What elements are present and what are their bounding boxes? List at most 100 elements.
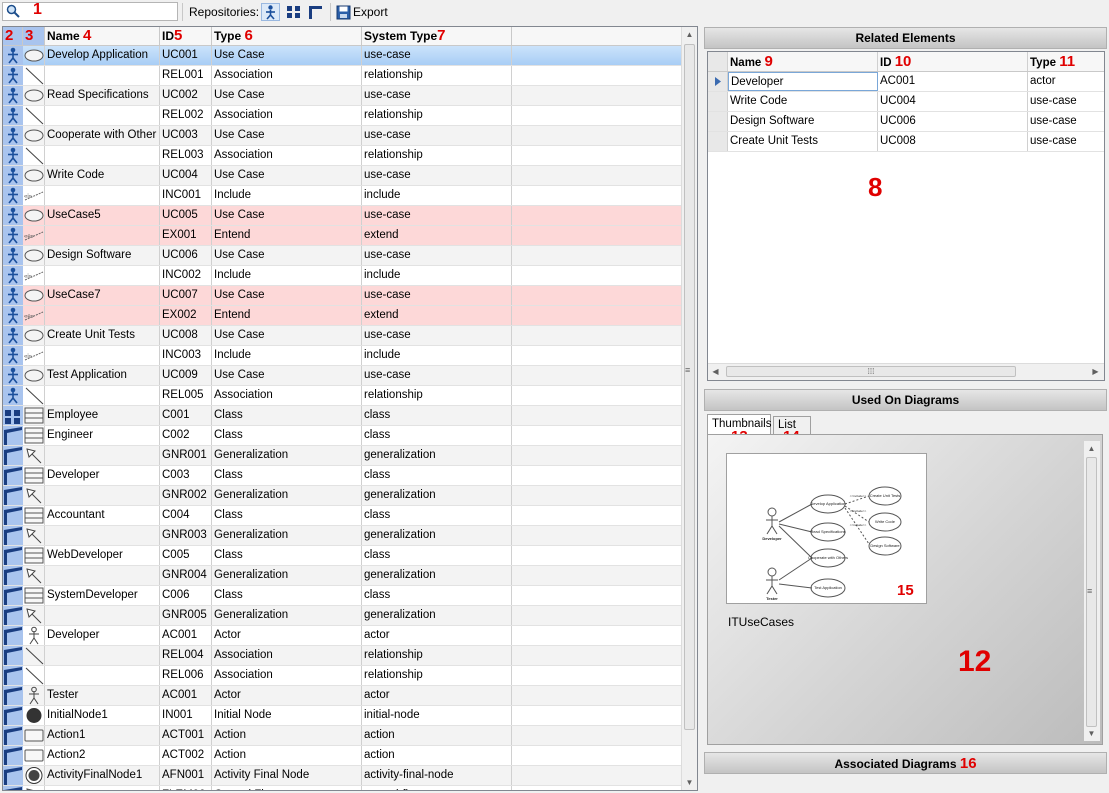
system-type-column-header[interactable]: System Type7 [362, 27, 512, 45]
search-box[interactable] [2, 2, 178, 21]
system-type-cell[interactable]: use-case [362, 246, 512, 265]
table-row[interactable]: REL003 Association relationship [3, 146, 683, 166]
type-cell[interactable]: Generalization [212, 446, 362, 465]
id-cell[interactable]: GNR002 [160, 486, 212, 505]
id-cell[interactable]: C005 [160, 546, 212, 565]
type-cell[interactable]: Class [212, 466, 362, 485]
table-row[interactable]: GNR005 Generalization generalization [3, 606, 683, 626]
elements-grid[interactable]: 2 3 Name 4 ID5 Type 6 System Type7 Devel… [2, 26, 698, 791]
table-row[interactable]: «i» INC002 Include include [3, 266, 683, 286]
name-cell[interactable] [45, 266, 160, 285]
name-cell[interactable]: Design Software [45, 246, 160, 265]
system-type-cell[interactable]: use-case [362, 366, 512, 385]
thumbnails-vertical-scrollbar[interactable]: ▲ ≡ ▼ [1084, 441, 1100, 741]
table-row[interactable]: Developer C003 Class class [3, 466, 683, 486]
type-cell[interactable]: Use Case [212, 206, 362, 225]
type-cell[interactable]: Generalization [212, 606, 362, 625]
system-type-cell[interactable]: relationship [362, 106, 512, 125]
export-button[interactable]: Export [336, 3, 388, 21]
id-cell[interactable]: REL001 [160, 66, 212, 85]
name-cell[interactable]: Test Application [45, 366, 160, 385]
type-cell[interactable]: Use Case [212, 46, 362, 65]
system-type-cell[interactable]: use-case [362, 206, 512, 225]
id-cell[interactable]: REL002 [160, 106, 212, 125]
type-cell[interactable]: Use Case [212, 246, 362, 265]
related-id-header[interactable]: ID 10 [878, 52, 1028, 71]
name-cell[interactable]: Tester [45, 686, 160, 705]
related-horizontal-scrollbar[interactable]: ◀ ⁞⁞⁞ ▶ [708, 363, 1104, 380]
system-type-cell[interactable]: relationship [362, 146, 512, 165]
related-type-cell[interactable]: use-case [1028, 92, 1104, 111]
name-cell[interactable] [45, 486, 160, 505]
related-row[interactable]: Design Software UC006 use-case [708, 112, 1104, 132]
row-selector[interactable] [708, 132, 728, 151]
id-cell[interactable]: INC003 [160, 346, 212, 365]
table-row[interactable]: REL001 Association relationship [3, 66, 683, 86]
related-name-cell[interactable]: Write Code [728, 92, 878, 111]
name-cell[interactable]: UseCase7 [45, 286, 160, 305]
name-column-header[interactable]: Name 4 [45, 27, 160, 45]
scroll-down-arrow-icon[interactable]: ▼ [1084, 726, 1099, 741]
system-type-cell[interactable]: initial-node [362, 706, 512, 725]
table-row[interactable]: FLEM00Control Flcontrol-fl [3, 786, 683, 790]
id-cell[interactable]: C003 [160, 466, 212, 485]
table-row[interactable]: Design Software UC006 Use Case use-case [3, 246, 683, 266]
name-cell[interactable]: Write Code [45, 166, 160, 185]
related-name-cell[interactable]: Developer [728, 72, 878, 91]
name-cell[interactable] [45, 306, 160, 325]
id-cell[interactable]: ACT002 [160, 746, 212, 765]
name-cell[interactable]: UseCase5 [45, 206, 160, 225]
type-cell[interactable]: Actor [212, 686, 362, 705]
related-type-header[interactable]: Type 11 [1028, 52, 1104, 71]
system-type-cell[interactable]: generalization [362, 486, 512, 505]
kind-column-header[interactable]: 2 [3, 27, 23, 45]
id-cell[interactable]: UC002 [160, 86, 212, 105]
system-type-cell[interactable]: class [362, 426, 512, 445]
system-type-cell[interactable]: include [362, 266, 512, 285]
type-cell[interactable]: Use Case [212, 286, 362, 305]
name-cell[interactable]: Action2 [45, 746, 160, 765]
id-cell[interactable]: UC004 [160, 166, 212, 185]
id-cell[interactable]: C001 [160, 406, 212, 425]
type-cell[interactable]: Action [212, 746, 362, 765]
table-row[interactable]: Read Specifications UC002 Use Case use-case [3, 86, 683, 106]
related-row[interactable]: Write Code UC004 use-case [708, 92, 1104, 112]
scroll-down-arrow-icon[interactable]: ▼ [682, 775, 697, 790]
id-cell[interactable]: AFN001 [160, 766, 212, 785]
name-cell[interactable]: Develop Application [45, 46, 160, 65]
related-id-cell[interactable]: UC004 [878, 92, 1028, 111]
related-row[interactable]: Create Unit Tests UC008 use-case [708, 132, 1104, 152]
name-cell[interactable]: Employee [45, 406, 160, 425]
table-row[interactable]: REL004 Association relationship [3, 646, 683, 666]
name-cell[interactable]: ActivityFinalNode1 [45, 766, 160, 785]
type-cell[interactable]: Association [212, 66, 362, 85]
name-cell[interactable] [45, 646, 160, 665]
system-type-cell[interactable]: class [362, 546, 512, 565]
name-cell[interactable] [45, 106, 160, 125]
type-cell[interactable]: Entend [212, 226, 362, 245]
row-selector[interactable] [708, 92, 728, 111]
id-cell[interactable]: FLEM00 [160, 786, 212, 790]
id-cell[interactable]: C006 [160, 586, 212, 605]
related-id-cell[interactable]: AC001 [878, 72, 1028, 91]
system-type-cell[interactable]: relationship [362, 666, 512, 685]
id-cell[interactable]: GNR003 [160, 526, 212, 545]
table-row[interactable]: ActivityFinalNode1 AFN001 Activity Final N… [3, 766, 683, 786]
related-type-cell[interactable]: use-case [1028, 132, 1104, 151]
name-cell[interactable] [45, 786, 160, 790]
system-type-cell[interactable]: generalization [362, 526, 512, 545]
system-type-cell[interactable]: relationship [362, 646, 512, 665]
related-type-cell[interactable]: use-case [1028, 112, 1104, 131]
id-cell[interactable]: GNR005 [160, 606, 212, 625]
table-row[interactable]: Employee C001 Class class [3, 406, 683, 426]
search-input[interactable] [21, 4, 161, 19]
system-type-cell[interactable]: control-fl [362, 786, 512, 790]
related-name-cell[interactable]: Create Unit Tests [728, 132, 878, 151]
system-type-cell[interactable]: generalization [362, 566, 512, 585]
icon-column-header[interactable]: 3 [23, 27, 45, 45]
related-row[interactable]: Developer AC001 actor [708, 72, 1104, 92]
type-cell[interactable]: Include [212, 186, 362, 205]
id-column-header[interactable]: ID5 [160, 27, 212, 45]
table-row[interactable]: REL006 Association relationship [3, 666, 683, 686]
name-cell[interactable] [45, 666, 160, 685]
